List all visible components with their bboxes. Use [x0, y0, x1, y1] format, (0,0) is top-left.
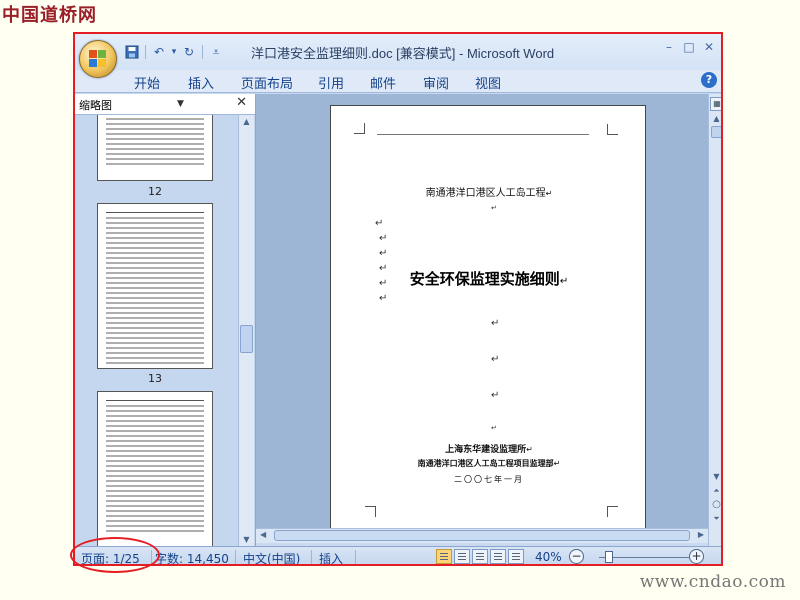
scroll-thumb[interactable] — [711, 126, 721, 138]
previous-page-icon[interactable]: ⏶ — [709, 486, 721, 496]
window-controls: – □ ✕ — [663, 40, 715, 54]
outline-view-icon[interactable] — [490, 549, 506, 564]
document-main-title: 安全环保监理实施细则↵ — [409, 270, 569, 288]
scroll-thumb[interactable] — [274, 530, 690, 541]
scroll-up-icon[interactable]: ▲ — [709, 114, 721, 123]
window-title: 洋口港安全监理细则.doc [兼容模式] - Microsoft Word — [251, 46, 555, 61]
tab-mailings[interactable]: 邮件 — [370, 73, 396, 92]
web-layout-view-icon[interactable] — [472, 549, 488, 564]
thumbnail-page-number: 13 — [148, 372, 162, 385]
page-thumbnail[interactable] — [97, 115, 213, 181]
status-divider — [311, 550, 312, 564]
thumbnail-pane: 缩略图 ▼ ✕ 12 13 ▲ ▼ — [75, 94, 256, 546]
vertical-scrollbar[interactable]: ▦ ▲ ▼ ⏶ ○ ⏷ — [708, 94, 721, 546]
quick-access-toolbar: ↶ ▾ ↻ ⩡ — [123, 42, 225, 62]
undo-dropdown-icon[interactable]: ▾ — [170, 43, 178, 61]
thumbnail-list[interactable]: 12 13 — [75, 115, 237, 546]
tab-review[interactable]: 审阅 — [423, 73, 449, 92]
crop-mark — [365, 506, 376, 517]
thumbnail-page-number: 12 — [148, 185, 162, 198]
paragraph-mark: ↵ — [491, 424, 497, 432]
toolbar-divider — [202, 45, 203, 59]
organization-line: 上海东华建设监理所↵ — [445, 445, 533, 455]
tab-view[interactable]: 视图 — [475, 73, 501, 92]
document-area[interactable]: 南通港洋口港区人工岛工程↵ ↵ ↵ ↵ ↵ ↵ ↵ ↵ 安全环保监理实施细则↵ … — [256, 94, 708, 528]
tab-home[interactable]: 开始 — [134, 73, 160, 92]
paragraph-mark: ↵ — [491, 354, 500, 365]
site-logo: 中国道桥网 — [2, 5, 97, 26]
tab-insert[interactable]: 插入 — [188, 73, 214, 92]
status-divider — [235, 550, 236, 564]
pane-view-dropdown[interactable]: 缩略图 ▼ — [79, 97, 184, 112]
redo-icon[interactable]: ↻ — [180, 43, 198, 61]
scroll-down-icon[interactable]: ▼ — [709, 472, 721, 481]
toolbar-divider — [145, 45, 146, 59]
insert-mode-indicator[interactable]: 插入 — [319, 550, 343, 564]
scroll-left-icon[interactable]: ◀ — [260, 530, 266, 539]
paragraph-mark: ↵ — [491, 390, 500, 401]
page-thumbnail[interactable] — [97, 391, 213, 546]
view-ruler-icon[interactable]: ▦ — [710, 97, 721, 111]
restore-icon[interactable]: □ — [683, 40, 695, 54]
word-count[interactable]: 字数: 14,450 — [155, 550, 229, 564]
close-pane-icon[interactable]: ✕ — [236, 95, 247, 110]
save-icon[interactable] — [123, 43, 141, 61]
horizontal-scrollbar[interactable]: ◀ ▶ — [256, 528, 708, 543]
word-window: ↶ ▾ ↻ ⩡ 洋口港安全监理细则.doc [兼容模式] - Microsoft… — [73, 32, 723, 566]
paragraph-mark: ↵ — [491, 204, 497, 212]
department-line: 南通港洋口港区人工岛工程项目监理部↵ — [417, 459, 561, 468]
close-icon[interactable]: ✕ — [703, 40, 715, 54]
crop-mark — [354, 123, 365, 134]
draft-view-icon[interactable] — [508, 549, 524, 564]
ribbon-tabs: 开始 插入 页面布局 引用 邮件 审阅 视图 ? — [75, 70, 721, 93]
print-layout-view-icon[interactable] — [436, 549, 452, 564]
thumbnail-pane-header: 缩略图 ▼ ✕ — [75, 94, 255, 115]
language-indicator[interactable]: 中文(中国) — [243, 550, 300, 564]
paragraph-mark: ↵ — [379, 248, 388, 259]
scroll-down-icon[interactable]: ▼ — [239, 535, 254, 544]
scroll-thumb[interactable] — [240, 325, 253, 353]
browse-object-icon[interactable]: ○ — [709, 499, 721, 510]
page-thumbnail[interactable] — [97, 203, 213, 369]
customize-icon[interactable]: ⩡ — [207, 43, 225, 61]
document-page[interactable]: 南通港洋口港区人工岛工程↵ ↵ ↵ ↵ ↵ ↵ ↵ ↵ 安全环保监理实施细则↵ … — [330, 105, 646, 528]
chevron-down-icon: ▼ — [177, 99, 184, 109]
paragraph-mark: ↵ — [379, 233, 388, 244]
date-line: 二〇〇七年一月 — [454, 475, 524, 484]
crop-mark — [607, 506, 618, 517]
thumbnail-scrollbar[interactable]: ▲ ▼ — [238, 115, 254, 546]
project-line: 南通港洋口港区人工岛工程↵ — [425, 188, 553, 199]
status-divider — [355, 550, 356, 564]
status-bar: 页面: 1/25 字数: 14,450 中文(中国) 插入 40% − + — [75, 546, 721, 564]
scroll-right-icon[interactable]: ▶ — [698, 530, 704, 539]
paragraph-mark: ↵ — [375, 218, 384, 229]
tab-references[interactable]: 引用 — [318, 73, 344, 92]
zoom-out-icon[interactable]: − — [569, 549, 584, 564]
help-icon[interactable]: ? — [701, 72, 717, 88]
office-logo-icon — [89, 50, 107, 68]
paragraph-mark: ↵ — [491, 318, 500, 329]
scroll-up-icon[interactable]: ▲ — [239, 117, 254, 126]
crop-mark — [607, 124, 618, 135]
zoom-level[interactable]: 40% — [535, 550, 562, 564]
paragraph-mark: ↵ — [379, 293, 388, 304]
zoom-slider-knob[interactable] — [605, 551, 613, 563]
zoom-slider-track[interactable] — [599, 557, 693, 558]
site-url: www.cndao.com — [639, 572, 786, 592]
undo-icon[interactable]: ↶ — [150, 43, 168, 61]
highlight-annotation — [70, 537, 160, 573]
full-screen-reading-view-icon[interactable] — [454, 549, 470, 564]
office-button[interactable] — [79, 40, 117, 78]
header-rule — [377, 134, 589, 135]
pane-view-label: 缩略图 — [79, 99, 112, 112]
next-page-icon[interactable]: ⏷ — [709, 514, 721, 524]
zoom-in-icon[interactable]: + — [689, 549, 704, 564]
minimize-icon[interactable]: – — [663, 40, 675, 54]
tab-page-layout[interactable]: 页面布局 — [241, 73, 293, 92]
title-bar: ↶ ▾ ↻ ⩡ 洋口港安全监理细则.doc [兼容模式] - Microsoft… — [75, 34, 721, 78]
